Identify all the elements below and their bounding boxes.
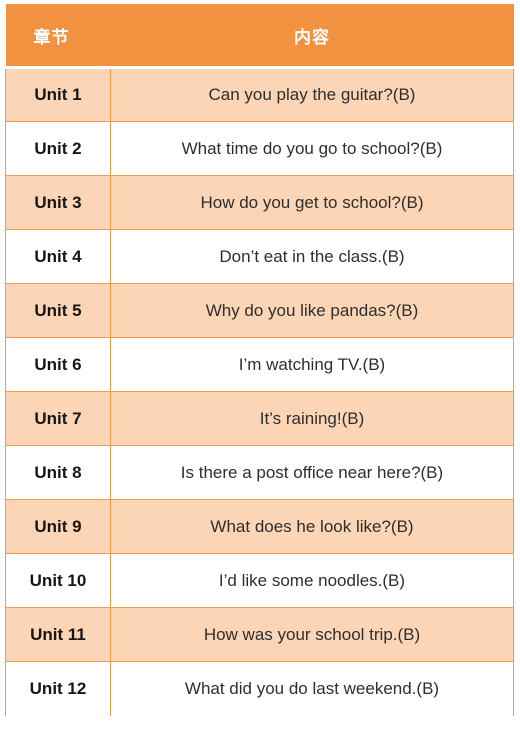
table-header-row: 章节 内容 xyxy=(5,4,514,68)
column-header-content: 内容 xyxy=(110,4,514,68)
table-row: Unit 12 What did you do last weekend.(B) xyxy=(5,661,514,716)
cell-chapter: Unit 1 xyxy=(5,66,111,122)
table-row: Unit 8 Is there a post office near here?… xyxy=(5,445,514,500)
cell-chapter: Unit 2 xyxy=(5,121,111,176)
cell-chapter: Unit 11 xyxy=(5,607,111,662)
syllabus-table-container: 章节 内容 Unit 1 Can you play the guitar?(B)… xyxy=(0,0,520,753)
cell-content: Why do you like pandas?(B) xyxy=(110,283,514,338)
cell-chapter: Unit 10 xyxy=(5,553,111,608)
cell-chapter: Unit 7 xyxy=(5,391,111,446)
cell-chapter: Unit 9 xyxy=(5,499,111,554)
cell-content: What time do you go to school?(B) xyxy=(110,121,514,176)
cell-content: I’m watching TV.(B) xyxy=(110,337,514,392)
cell-content: Don’t eat in the class.(B) xyxy=(110,229,514,284)
cell-chapter: Unit 12 xyxy=(5,661,111,716)
cell-chapter: Unit 5 xyxy=(5,283,111,338)
table-row: Unit 3 How do you get to school?(B) xyxy=(5,175,514,230)
cell-content: Can you play the guitar?(B) xyxy=(110,66,514,122)
cell-chapter: Unit 8 xyxy=(5,445,111,500)
cell-content: What did you do last weekend.(B) xyxy=(110,661,514,716)
cell-content: How do you get to school?(B) xyxy=(110,175,514,230)
table-row: Unit 1 Can you play the guitar?(B) xyxy=(5,66,514,122)
table-row: Unit 11 How was your school trip.(B) xyxy=(5,607,514,662)
cell-content: It’s raining!(B) xyxy=(110,391,514,446)
cell-chapter: Unit 4 xyxy=(5,229,111,284)
cell-content: I’d like some noodles.(B) xyxy=(110,553,514,608)
cell-chapter: Unit 3 xyxy=(5,175,111,230)
table-row: Unit 10 I’d like some noodles.(B) xyxy=(5,553,514,608)
table-row: Unit 9 What does he look like?(B) xyxy=(5,499,514,554)
table-row: Unit 7 It’s raining!(B) xyxy=(5,391,514,446)
table-row: Unit 2 What time do you go to school?(B) xyxy=(5,121,514,176)
column-header-chapter: 章节 xyxy=(5,4,111,68)
cell-content: Is there a post office near here?(B) xyxy=(110,445,514,500)
cell-chapter: Unit 6 xyxy=(5,337,111,392)
cell-content: What does he look like?(B) xyxy=(110,499,514,554)
table-row: Unit 5 Why do you like pandas?(B) xyxy=(5,283,514,338)
table-row: Unit 6 I’m watching TV.(B) xyxy=(5,337,514,392)
table-body: Unit 1 Can you play the guitar?(B) Unit … xyxy=(5,66,514,716)
table-header: 章节 内容 xyxy=(5,4,514,68)
syllabus-table: 章节 内容 Unit 1 Can you play the guitar?(B)… xyxy=(5,4,514,716)
table-row: Unit 4 Don’t eat in the class.(B) xyxy=(5,229,514,284)
cell-content: How was your school trip.(B) xyxy=(110,607,514,662)
